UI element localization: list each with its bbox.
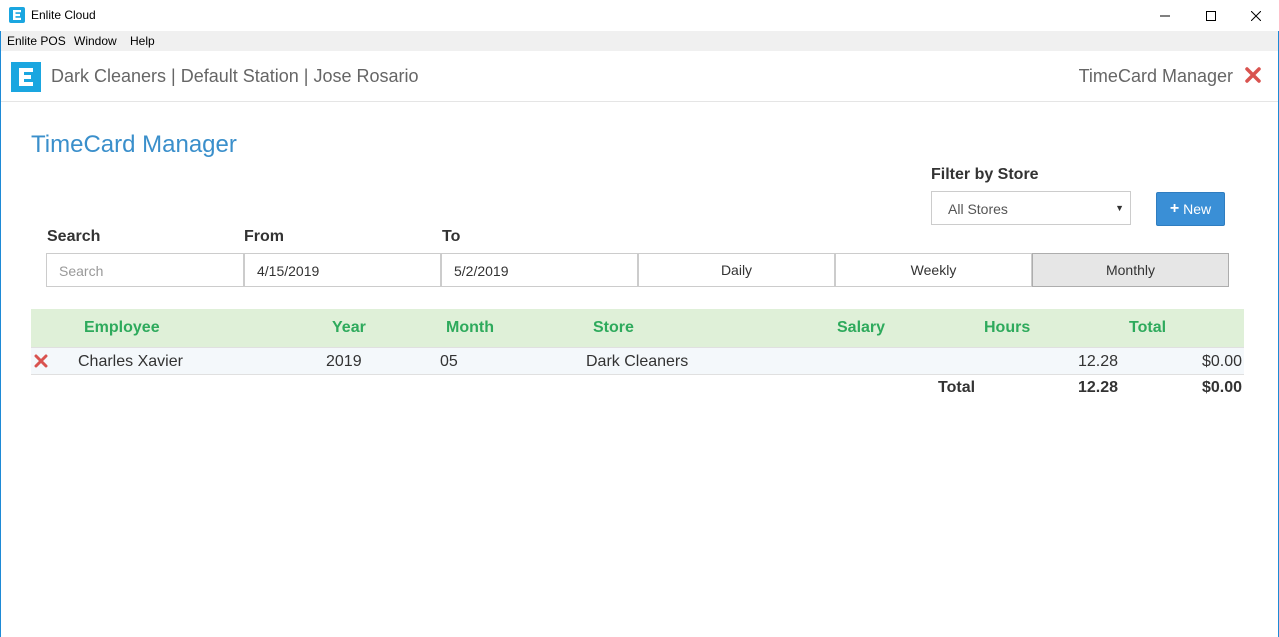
close-icon: [1245, 67, 1261, 83]
weekly-button[interactable]: Weekly: [835, 253, 1032, 287]
maximize-button[interactable]: [1188, 0, 1234, 31]
table-row[interactable]: Charles Xavier 2019 05 Dark Cleaners 12.…: [31, 347, 1244, 375]
header-context: Dark Cleaners | Default Station | Jose R…: [51, 66, 419, 86]
to-date-input[interactable]: 5/2/2019: [441, 253, 638, 287]
cell-total: $0.00: [1201, 353, 1242, 370]
enlite-icon: [9, 7, 25, 23]
close-module-button[interactable]: [1244, 66, 1264, 86]
cell-month: 05: [440, 353, 458, 370]
total-label: Total: [938, 379, 976, 396]
window-close-button[interactable]: [1233, 0, 1279, 31]
cell-store: Dark Cleaners: [586, 353, 689, 370]
col-total: Total: [1129, 319, 1167, 336]
enlite-logo-icon: [11, 62, 41, 92]
new-button-label: New: [1183, 201, 1212, 217]
from-date-value: 4/15/2019: [257, 263, 320, 279]
plus-icon: +: [1169, 200, 1180, 217]
table-header: Employee Year Month Store Salary Hours T…: [31, 309, 1244, 347]
from-label: From: [244, 228, 284, 245]
col-year: Year: [332, 319, 366, 336]
new-button[interactable]: + New: [1156, 192, 1225, 226]
col-store: Store: [593, 319, 634, 336]
maximize-icon: [1206, 10, 1216, 21]
cell-hours: 12.28: [1077, 353, 1118, 370]
total-amount: $0.00: [1201, 379, 1242, 396]
close-icon: [1251, 10, 1261, 21]
menu-help[interactable]: Help: [130, 34, 155, 48]
store-select-value: All Stores: [948, 201, 1008, 217]
caret-down-icon: ▼: [1115, 203, 1124, 213]
page-title: TimeCard Manager: [31, 131, 237, 158]
to-date-value: 5/2/2019: [454, 263, 509, 279]
window-title: Enlite Cloud: [31, 8, 96, 22]
col-month: Month: [446, 319, 494, 336]
filter-store-label: Filter by Store: [931, 166, 1039, 183]
header-module-title: TimeCard Manager: [1078, 66, 1233, 86]
menu-window[interactable]: Window: [74, 34, 117, 48]
search-label: Search: [47, 228, 101, 245]
delete-row-button[interactable]: [34, 354, 48, 368]
title-bar: Enlite Cloud: [0, 0, 1279, 31]
monthly-button[interactable]: Monthly: [1032, 253, 1229, 287]
col-salary: Salary: [837, 319, 886, 336]
col-employee: Employee: [84, 319, 160, 336]
to-label: To: [442, 228, 461, 245]
daily-button[interactable]: Daily: [638, 253, 835, 287]
table-total-row: Total 12.28 $0.00: [31, 375, 1244, 401]
menu-bar: Enlite POS Window Help: [1, 31, 1278, 51]
app-header: Dark Cleaners | Default Station | Jose R…: [1, 51, 1278, 102]
store-select[interactable]: All Stores ▼: [931, 191, 1131, 225]
from-date-input[interactable]: 4/15/2019: [244, 253, 441, 287]
cell-employee: Charles Xavier: [78, 353, 183, 370]
menu-enlite-pos[interactable]: Enlite POS: [7, 34, 66, 48]
search-placeholder: Search: [59, 263, 104, 279]
minimize-button[interactable]: [1142, 0, 1188, 31]
col-hours: Hours: [984, 319, 1031, 336]
total-hours: 12.28: [1077, 379, 1118, 396]
minimize-icon: [1160, 15, 1170, 16]
delete-icon: [34, 354, 48, 368]
cell-year: 2019: [326, 353, 362, 370]
search-input[interactable]: Search: [46, 253, 244, 287]
